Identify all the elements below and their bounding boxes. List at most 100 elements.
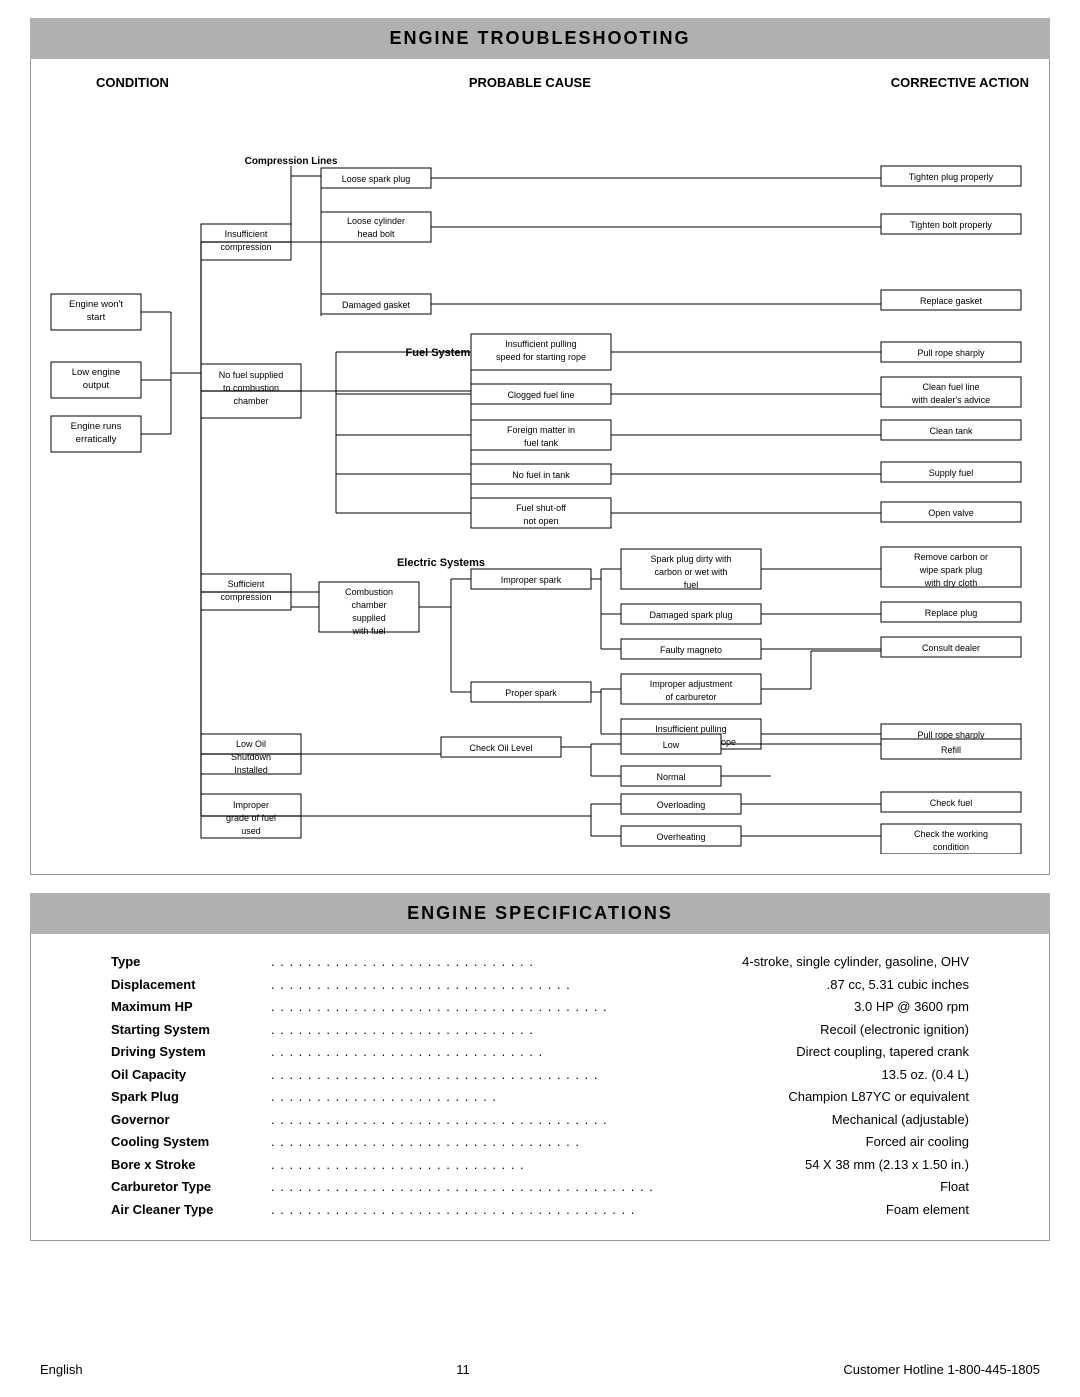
svg-text:Open valve: Open valve [928, 508, 974, 518]
svg-text:Foreign matter in: Foreign matter in [507, 425, 575, 435]
svg-text:Remove carbon or: Remove carbon or [914, 552, 988, 562]
svg-text:Clean tank: Clean tank [929, 426, 973, 436]
svg-text:Insufficient: Insufficient [225, 229, 268, 239]
svg-text:Supply fuel: Supply fuel [929, 468, 974, 478]
spec-dots: . . . . . . . . . . . . . . . . . . . . … [271, 1065, 882, 1085]
spec-value: .87 cc, 5.31 cubic inches [827, 975, 969, 995]
svg-text:with dry cloth: with dry cloth [924, 578, 978, 588]
spec-dots: . . . . . . . . . . . . . . . . . . . . … [271, 952, 742, 972]
spec-dots: . . . . . . . . . . . . . . . . . . . . … [271, 1110, 832, 1130]
spec-label: Cooling System [111, 1132, 271, 1152]
svg-text:Clean fuel line: Clean fuel line [922, 382, 979, 392]
svg-text:Refill: Refill [941, 745, 961, 755]
spec-dots: . . . . . . . . . . . . . . . . . . . . … [271, 1087, 788, 1107]
svg-text:Insufficient pulling: Insufficient pulling [655, 724, 726, 734]
specs-header: ENGINE SPECIFICATIONS [30, 893, 1050, 934]
spec-label: Displacement [111, 975, 271, 995]
spec-row: Carburetor Type . . . . . . . . . . . . … [111, 1177, 969, 1197]
svg-text:carbon or wet with: carbon or wet with [654, 567, 727, 577]
svg-text:Insufficient pulling: Insufficient pulling [505, 339, 576, 349]
specs-area: ENGINE SPECIFICATIONS Type . . . . . . .… [30, 893, 1050, 1241]
svg-text:erratically: erratically [76, 434, 117, 445]
flowchart: Engine won't start Low engine output Eng… [41, 94, 1039, 854]
spec-value: 3.0 HP @ 3600 rpm [854, 997, 969, 1017]
spec-dots: . . . . . . . . . . . . . . . . . . . . … [271, 1132, 866, 1152]
svg-text:Installed: Installed [234, 765, 268, 775]
spec-label: Oil Capacity [111, 1065, 271, 1085]
spec-row: Displacement . . . . . . . . . . . . . .… [111, 975, 969, 995]
svg-text:Loose spark plug: Loose spark plug [342, 174, 411, 184]
troubleshooting-area: CONDITION PROBABLE CAUSE CORRECTIVE ACTI… [30, 59, 1050, 875]
svg-text:head bolt: head bolt [357, 229, 395, 239]
footer-center: 11 [456, 1362, 470, 1377]
spec-label: Type [111, 952, 271, 972]
spec-value: Champion L87YC or equivalent [788, 1087, 969, 1107]
spec-row: Spark Plug . . . . . . . . . . . . . . .… [111, 1087, 969, 1107]
svg-text:of carburetor: of carburetor [665, 692, 716, 702]
svg-text:with dealer's advice: with dealer's advice [911, 395, 990, 405]
svg-text:fuel tank: fuel tank [524, 438, 559, 448]
svg-text:speed for starting rope: speed for starting rope [496, 352, 586, 362]
svg-text:not open: not open [523, 516, 558, 526]
svg-text:Check Oil Level: Check Oil Level [469, 743, 532, 753]
col-header-cause: PROBABLE CAUSE [469, 75, 591, 90]
spec-row: Bore x Stroke . . . . . . . . . . . . . … [111, 1155, 969, 1175]
spec-label: Maximum HP [111, 997, 271, 1017]
svg-text:No fuel in tank: No fuel in tank [512, 470, 570, 480]
svg-text:Damaged spark plug: Damaged spark plug [649, 610, 732, 620]
spec-value: 4-stroke, single cylinder, gasoline, OHV [742, 952, 969, 972]
svg-text:Engine won't: Engine won't [69, 299, 123, 310]
col-header-condition: CONDITION [96, 75, 169, 90]
footer-left: English [40, 1362, 83, 1377]
svg-text:Improper spark: Improper spark [501, 575, 562, 585]
svg-text:used: used [241, 826, 261, 836]
svg-text:Electric Systems: Electric Systems [397, 557, 485, 569]
specs-content: Type . . . . . . . . . . . . . . . . . .… [30, 934, 1050, 1241]
svg-text:Proper spark: Proper spark [505, 688, 557, 698]
svg-text:Consult dealer: Consult dealer [922, 643, 980, 653]
spec-dots: . . . . . . . . . . . . . . . . . . . . … [271, 1042, 796, 1062]
spec-label: Starting System [111, 1020, 271, 1040]
svg-text:Engine runs: Engine runs [71, 421, 122, 432]
spec-dots: . . . . . . . . . . . . . . . . . . . . … [271, 1155, 805, 1175]
page-footer: English 11 Customer Hotline 1-800-445-18… [0, 1342, 1080, 1397]
svg-text:supplied: supplied [352, 613, 386, 623]
spec-label: Governor [111, 1110, 271, 1130]
spec-label: Spark Plug [111, 1087, 271, 1107]
svg-text:Sufficient: Sufficient [228, 579, 265, 589]
spec-dots: . . . . . . . . . . . . . . . . . . . . … [271, 1177, 940, 1197]
svg-text:Replace gasket: Replace gasket [920, 296, 983, 306]
svg-text:chamber: chamber [233, 396, 268, 406]
svg-text:compression: compression [220, 242, 271, 252]
svg-text:grade of fuel: grade of fuel [226, 813, 276, 823]
spec-row: Maximum HP . . . . . . . . . . . . . . .… [111, 997, 969, 1017]
svg-text:Tighten bolt properly: Tighten bolt properly [910, 220, 992, 230]
spec-value: Recoil (electronic ignition) [820, 1020, 969, 1040]
svg-text:wipe spark plug: wipe spark plug [919, 565, 983, 575]
svg-text:with fuel: with fuel [351, 626, 385, 636]
svg-text:output: output [83, 380, 110, 391]
svg-text:Overheating: Overheating [656, 832, 705, 842]
svg-text:Check fuel: Check fuel [930, 798, 973, 808]
spec-value: Foam element [886, 1200, 969, 1220]
svg-text:Loose cylinder: Loose cylinder [347, 216, 405, 226]
svg-text:Spark plug dirty with: Spark plug dirty with [650, 554, 731, 564]
spec-row: Oil Capacity . . . . . . . . . . . . . .… [111, 1065, 969, 1085]
spec-value: Mechanical (adjustable) [832, 1110, 969, 1130]
svg-text:Pull rope sharply: Pull rope sharply [917, 348, 985, 358]
spec-label: Carburetor Type [111, 1177, 271, 1197]
spec-row: Type . . . . . . . . . . . . . . . . . .… [111, 952, 969, 972]
svg-text:Low engine: Low engine [72, 367, 121, 378]
spec-value: Direct coupling, tapered crank [796, 1042, 969, 1062]
spec-label: Bore x Stroke [111, 1155, 271, 1175]
spec-value: Forced air cooling [866, 1132, 969, 1152]
svg-text:Compression Lines: Compression Lines [245, 156, 338, 167]
svg-text:start: start [87, 312, 106, 323]
spec-row: Starting System . . . . . . . . . . . . … [111, 1020, 969, 1040]
svg-text:compression: compression [220, 592, 271, 602]
svg-text:Improper: Improper [233, 800, 269, 810]
spec-dots: . . . . . . . . . . . . . . . . . . . . … [271, 997, 854, 1017]
spec-value: Float [940, 1177, 969, 1197]
spec-label: Driving System [111, 1042, 271, 1062]
footer-right: Customer Hotline 1-800-445-1805 [843, 1362, 1040, 1377]
